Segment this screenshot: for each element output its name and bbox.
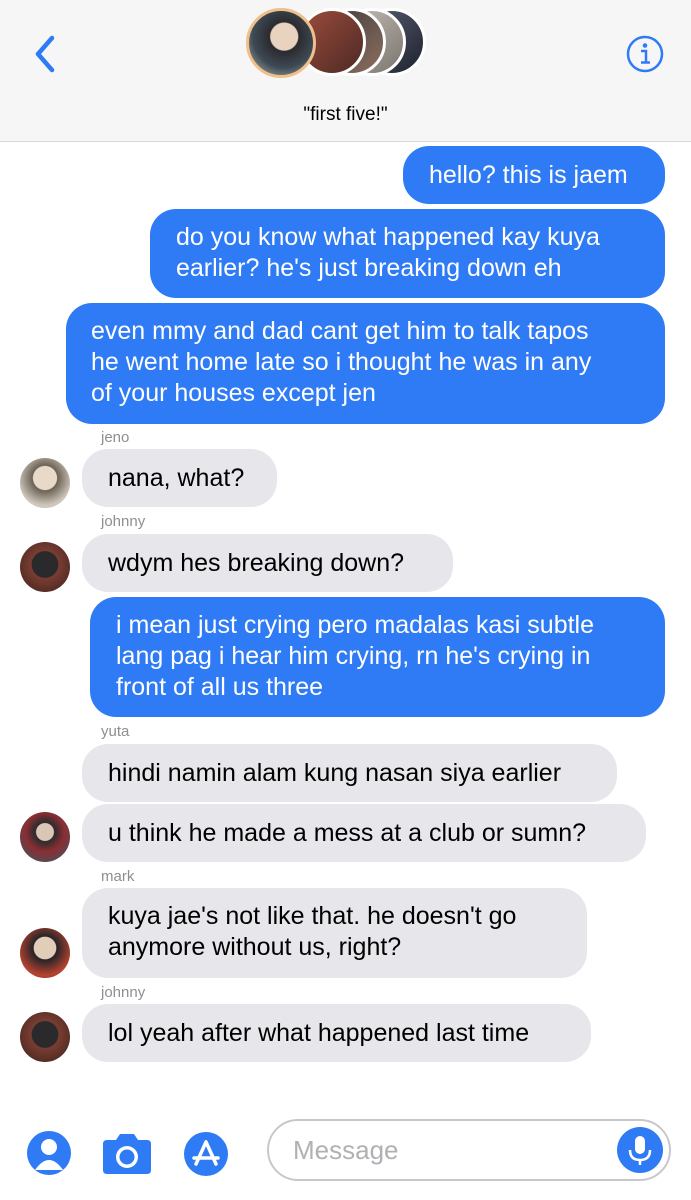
camera-button[interactable] [99, 1132, 155, 1176]
message-bubble[interactable]: nana, what? [82, 449, 277, 507]
message-bubble[interactable]: lol yeah after what happened last time [82, 1004, 591, 1062]
message-text: hello? this is jaem [429, 161, 628, 189]
group-avatars[interactable] [246, 8, 426, 80]
message-line: anymore without us, right? [108, 933, 402, 961]
sender-name: mark [101, 868, 135, 885]
dictation-button[interactable] [617, 1127, 663, 1173]
message-text: lol yeah after what happened last time [108, 1019, 530, 1047]
avatar[interactable] [20, 542, 70, 592]
conversation-header: "first five!" [0, 0, 691, 142]
sender-name: yuta [101, 723, 130, 740]
message-text: u think he made a mess at a club or sumn… [108, 819, 587, 847]
message-text: wdym hes breaking down? [108, 549, 404, 577]
avatar[interactable] [20, 458, 70, 508]
message-line: even mmy and dad cant get him to talk ta… [91, 317, 589, 345]
message-text: nana, what? [108, 464, 245, 492]
avatar[interactable] [20, 928, 70, 978]
message-bubble[interactable]: do you know what happened kay kuya earli… [150, 209, 665, 298]
info-icon [626, 35, 664, 73]
message-bubble[interactable]: hindi namin alam kung nasan siya earlier [82, 744, 617, 802]
microphone-icon [628, 1136, 652, 1165]
message-bubble[interactable]: even mmy and dad cant get him to talk ta… [66, 303, 665, 424]
info-button[interactable] [625, 34, 665, 74]
message-text: hindi namin alam kung nasan siya earlier [108, 759, 562, 787]
memoji-button[interactable] [26, 1130, 72, 1176]
message-line: of your houses except jen [91, 379, 376, 407]
message-bubble[interactable]: hello? this is jaem [403, 146, 665, 204]
message-bubble[interactable]: wdym hes breaking down? [82, 534, 453, 592]
message-bubble[interactable]: kuya jae's not like that. he doesn't go … [82, 888, 587, 978]
app-store-button[interactable] [183, 1131, 229, 1177]
app-store-icon [184, 1132, 228, 1176]
message-line: lang pag i hear him crying, rn he's cryi… [116, 642, 591, 670]
sender-name: johnny [101, 984, 146, 1001]
message-line: earlier? he's just breaking down eh [176, 254, 562, 282]
camera-icon [103, 1134, 151, 1174]
message-placeholder: Message [293, 1135, 399, 1165]
message-line: front of all us three [116, 673, 324, 701]
conversation-title[interactable]: "first five!" [0, 104, 691, 126]
sender-name: johnny [101, 513, 146, 530]
message-line: do you know what happened kay kuya [176, 223, 600, 251]
message-line: he went home late so i thought he was in… [91, 348, 592, 376]
avatar[interactable] [20, 812, 70, 862]
memoji-icon [27, 1131, 71, 1175]
avatar[interactable] [20, 1012, 70, 1062]
chevron-left-icon [35, 35, 55, 73]
message-bubble[interactable]: i mean just crying pero madalas kasi sub… [90, 597, 665, 717]
sender-name: jeno [101, 429, 130, 446]
group-avatar-main [246, 8, 316, 78]
message-input[interactable]: Message [267, 1119, 671, 1181]
back-button[interactable] [28, 32, 64, 76]
message-bubble[interactable]: u think he made a mess at a club or sumn… [82, 804, 646, 862]
message-line: kuya jae's not like that. he doesn't go [108, 902, 517, 930]
message-line: i mean just crying pero madalas kasi sub… [116, 611, 595, 639]
